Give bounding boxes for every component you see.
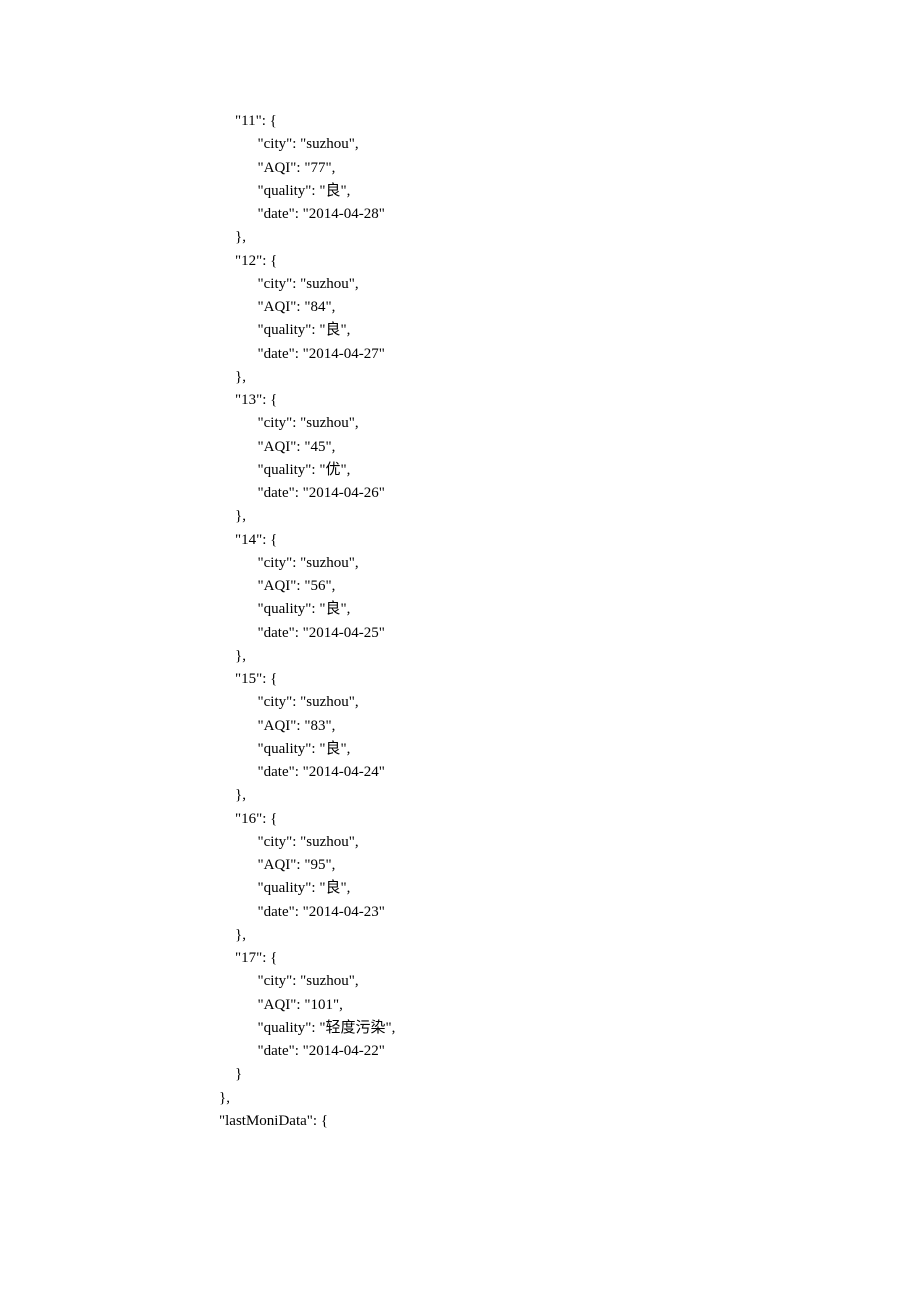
json-entries-block: "11": { "city": "suzhou", "AQI": "77", "… — [0, 110, 920, 1087]
document-page: "11": { "city": "suzhou", "AQI": "77", "… — [0, 0, 920, 1133]
json-closing-block: }, "lastMoniData": { — [0, 1087, 920, 1134]
